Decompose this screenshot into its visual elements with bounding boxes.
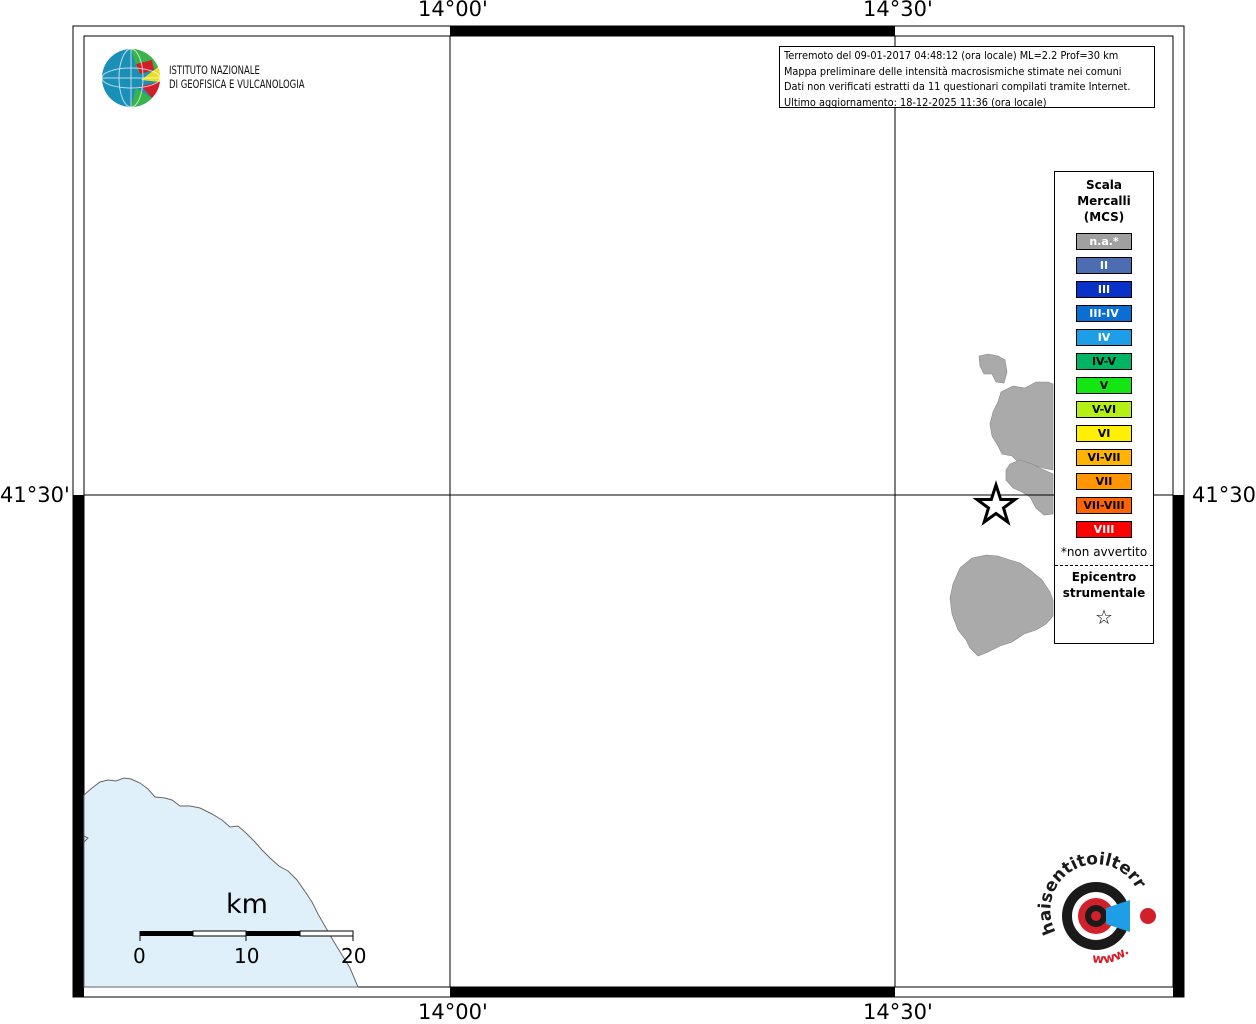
scale-label-10: 10 xyxy=(234,944,260,968)
axis-top-label-1400: 14°00' xyxy=(418,0,488,21)
legend-item-ii: II xyxy=(1076,257,1132,274)
legend-item-iii: III xyxy=(1076,281,1132,298)
axis-bottom-label-1400: 14°00' xyxy=(418,1000,488,1024)
scale-label-20: 20 xyxy=(341,944,367,968)
info-line-data: Dati non verificati estratti da 11 quest… xyxy=(784,81,1131,93)
info-line-map: Mappa preliminare delle intensità macros… xyxy=(784,65,1122,78)
legend-item-viii: VIII xyxy=(1076,521,1132,538)
legend-title: Scala Mercalli (MCS) xyxy=(1055,177,1153,225)
legend-item-vii: VII xyxy=(1076,473,1132,490)
legend-epicenter-label: Epicentro strumentale xyxy=(1055,569,1153,601)
legend-item-vi: VI xyxy=(1076,425,1132,442)
ingv-logo-text: ISTITUTO NAZIONALE DI GEOFISICA E VULCAN… xyxy=(169,63,305,91)
island-north-small xyxy=(978,353,1008,384)
logo-line-1: ISTITUTO NAZIONALE xyxy=(169,63,260,77)
border-top-bar xyxy=(450,26,895,36)
info-line-event: Terremoto del 09-01-2017 04:48:12 (ora l… xyxy=(784,50,1119,62)
border-right-bar xyxy=(1173,495,1184,997)
border-left-bar xyxy=(73,495,84,997)
axis-top-label-1430: 14°30' xyxy=(863,0,933,21)
border-bottom-bar xyxy=(450,987,895,997)
legend-epicenter-text: Epicentro strumentale xyxy=(1062,570,1146,600)
legend-item-n-a: n.a.* xyxy=(1076,233,1132,250)
scale-unit-label: km xyxy=(226,889,268,920)
logo-line-2: DI GEOFISICA E VULCANOLOGIA xyxy=(169,77,305,91)
legend-note: *non avvertito xyxy=(1060,545,1148,559)
badge-top-text: haisentitoilterremoto.it xyxy=(0,0,1150,938)
legend-item-v: V xyxy=(1076,377,1132,394)
legend-title-text: Scala Mercalli (MCS) xyxy=(1077,178,1131,224)
legend-item-iv: IV xyxy=(1076,329,1132,346)
legend-item-iv-v: IV-V xyxy=(1076,353,1132,370)
info-line-updated: Ultimo aggiornamento: 18-12-2025 11:36 (… xyxy=(784,96,1047,108)
island-ventotene xyxy=(949,554,1054,657)
legend-separator xyxy=(1055,565,1153,566)
legend-item-vi-vii: VI-VII xyxy=(1076,449,1132,466)
mainland-coast xyxy=(83,777,359,988)
axis-right-label-4130: 41°30' xyxy=(1192,483,1256,507)
legend-item-v-vi: V-VI xyxy=(1076,401,1132,418)
axis-left-label-4130: 41°30' xyxy=(0,483,70,507)
legend-item-vii-viii: VII-VIII xyxy=(1076,497,1132,514)
legend-items: n.a.* II III III-IV IV IV-V V V-VI VI VI-VII VII VI… xyxy=(1055,233,1153,538)
axis-bottom-label-1430: 14°30' xyxy=(863,1000,933,1024)
scale-label-0: 0 xyxy=(133,944,146,968)
island-ponza xyxy=(989,381,1054,471)
svg-text:haisentitoilterremoto.it: haisentitoilterremoto.it xyxy=(0,0,1150,938)
mcs-legend: Scala Mercalli (MCS) n.a.* II III III-IV IV I… xyxy=(1054,171,1154,644)
earthquake-info-box: Terremoto del 09-01-2017 04:48:12 (ora l… xyxy=(779,46,1155,108)
epicenter-star[interactable] xyxy=(972,480,1020,526)
legend-item-iii-iv: III-IV xyxy=(1076,305,1132,322)
ingv-logo-icon xyxy=(101,48,161,108)
legend-star-icon: ☆ xyxy=(1095,605,1113,629)
